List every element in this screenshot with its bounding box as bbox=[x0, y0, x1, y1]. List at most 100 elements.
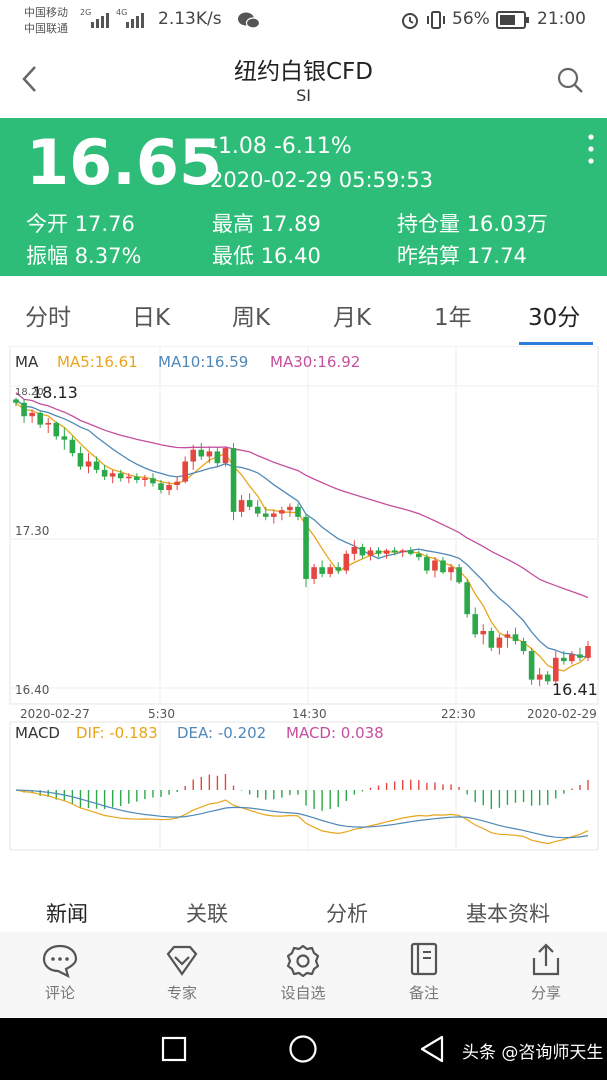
content-tabs: 新闻 关联 分析 基本资料 bbox=[0, 880, 607, 932]
candle-body bbox=[520, 641, 527, 652]
tab-analysis[interactable]: 分析 bbox=[326, 898, 368, 928]
nav-bar: 纽约白银CFD SI bbox=[0, 40, 607, 118]
candle-body bbox=[29, 412, 35, 417]
candle-body bbox=[198, 449, 205, 457]
page-subtitle: SI bbox=[296, 86, 311, 105]
candle-body bbox=[45, 422, 52, 425]
tab-related[interactable]: 关联 bbox=[186, 898, 228, 928]
candle-body bbox=[528, 651, 535, 680]
candle-body bbox=[117, 473, 124, 479]
open-interest-stat: 持仓量 16.03万 bbox=[397, 212, 548, 236]
candle-body bbox=[134, 476, 140, 480]
ma5-value: MA5:16.61 bbox=[57, 353, 138, 371]
network-type-1: 2G bbox=[80, 8, 92, 17]
candle-body bbox=[367, 550, 374, 556]
search-icon[interactable] bbox=[556, 66, 584, 94]
share-label: 分享 bbox=[530, 984, 561, 1002]
candle-body bbox=[335, 567, 342, 571]
ma30-line bbox=[15, 392, 589, 599]
tab-30-min[interactable]: 30分 bbox=[528, 298, 580, 332]
ma5-line bbox=[15, 402, 589, 672]
candle-body bbox=[504, 634, 511, 638]
tab-intraday[interactable]: 分时 bbox=[25, 298, 71, 332]
candle-body bbox=[359, 547, 366, 556]
note-label: 备注 bbox=[408, 984, 439, 1002]
candle-body bbox=[271, 513, 277, 517]
add-watchlist-label: 设自选 bbox=[280, 984, 326, 1002]
candle-body bbox=[464, 582, 470, 615]
candle-body bbox=[238, 500, 245, 512]
candle-body bbox=[109, 473, 116, 477]
clock: 21:00 bbox=[537, 9, 586, 29]
tab-monthly-k[interactable]: 月K bbox=[333, 298, 371, 332]
dea-value: DEA: -0.202 bbox=[177, 724, 266, 742]
ma10-value: MA10:16.59 bbox=[158, 353, 248, 371]
candle-body bbox=[13, 399, 19, 403]
candle-body bbox=[142, 478, 148, 480]
tab-daily-k[interactable]: 日K bbox=[132, 298, 170, 332]
active-tab-indicator bbox=[519, 342, 593, 345]
recents-icon[interactable] bbox=[161, 1036, 187, 1062]
candle-body bbox=[375, 550, 382, 554]
candle-body bbox=[150, 478, 156, 484]
ma10-line bbox=[15, 398, 589, 658]
battery-percent: 56% bbox=[452, 9, 490, 29]
kline-chart[interactable]: MA MA5:16.61 MA10:16.59 MA30:16.92 18.20… bbox=[0, 346, 607, 852]
settle-stat: 昨结算 17.74 bbox=[397, 244, 527, 268]
more-icon[interactable] bbox=[586, 132, 596, 166]
candle-body bbox=[319, 567, 325, 574]
macd-bars bbox=[15, 774, 589, 845]
candle-body bbox=[577, 654, 583, 658]
candle-body bbox=[166, 484, 172, 491]
tab-profile[interactable]: 基本资料 bbox=[466, 898, 550, 928]
candle-body bbox=[512, 634, 519, 642]
amplitude-stat: 振幅 8.37% bbox=[26, 244, 142, 268]
carrier-2: 中国联通 bbox=[24, 22, 68, 35]
x-tick-0: 2020-02-27 bbox=[20, 707, 90, 721]
tab-weekly-k[interactable]: 周K bbox=[232, 298, 270, 332]
ma-lines bbox=[15, 392, 589, 672]
candle-body bbox=[206, 451, 213, 457]
candle-body bbox=[262, 513, 269, 517]
tab-news[interactable]: 新闻 bbox=[46, 898, 88, 928]
candle-body bbox=[174, 481, 180, 485]
dif-value: DIF: -0.183 bbox=[76, 724, 158, 742]
expert-icon bbox=[166, 945, 198, 976]
tab-1-year[interactable]: 1年 bbox=[434, 298, 472, 332]
candle-body bbox=[456, 567, 462, 583]
carrier-1: 中国移动 bbox=[24, 6, 68, 19]
candle-body bbox=[37, 412, 43, 425]
back-nav-icon[interactable] bbox=[418, 1034, 446, 1064]
candle-body bbox=[391, 550, 398, 553]
high-stat: 最高 17.89 bbox=[212, 212, 321, 236]
watermark: 头条 @咨询师天生 bbox=[462, 1043, 604, 1063]
comment-label: 评论 bbox=[44, 984, 75, 1002]
candle-body bbox=[311, 567, 317, 579]
candle-body bbox=[536, 674, 543, 680]
gear-icon bbox=[286, 944, 320, 978]
y-tick-low: 16.40 bbox=[15, 683, 49, 697]
candle-body bbox=[61, 436, 68, 440]
dea-line bbox=[15, 789, 589, 839]
candle-body bbox=[552, 657, 559, 682]
candle-body bbox=[125, 476, 132, 479]
candle-body bbox=[53, 422, 60, 437]
candle-body bbox=[101, 469, 108, 477]
low-stat: 最低 16.40 bbox=[212, 244, 321, 268]
candle-body bbox=[158, 483, 164, 491]
period-tabs: 分时 日K 周K 月K 1年 30分 bbox=[0, 284, 607, 346]
quote-header: 16.65 -1.08 -6.11% 2020-02-29 05:59:53 今… bbox=[0, 118, 607, 276]
quote-datetime: 2020-02-29 05:59:53 bbox=[210, 168, 434, 192]
vibrate-icon bbox=[427, 11, 445, 29]
network-speed: 2.13K/s bbox=[158, 9, 222, 29]
candle-body bbox=[230, 448, 237, 512]
home-icon[interactable] bbox=[288, 1034, 318, 1064]
candle-body bbox=[569, 654, 575, 662]
x-tick-3: 22:30 bbox=[441, 707, 476, 721]
candle-body bbox=[448, 567, 454, 573]
candle-body bbox=[85, 461, 92, 467]
macd-label: MACD bbox=[15, 724, 60, 742]
candle-body bbox=[407, 550, 414, 554]
candle-body bbox=[440, 560, 446, 573]
candle-body bbox=[561, 657, 567, 662]
